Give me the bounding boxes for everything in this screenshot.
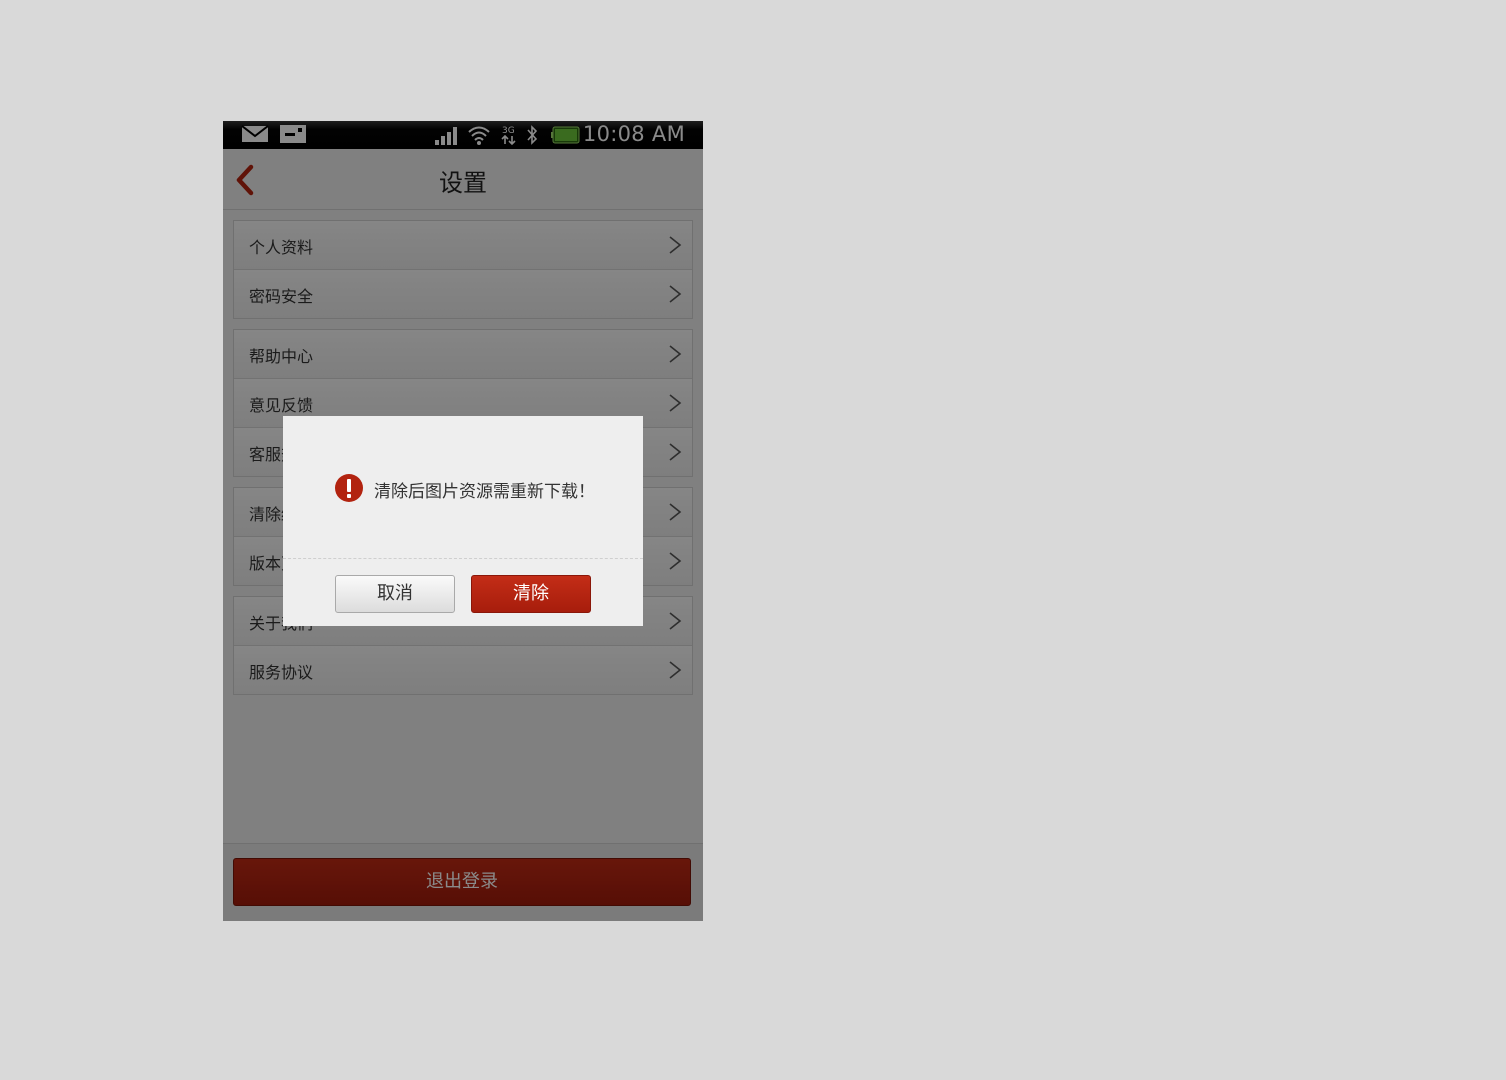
- alert-icon: [335, 474, 363, 502]
- phone-screen: 3G 10:08 AM 设置 个人资料 密码安全 帮助中心 意见反馈 客服热线 …: [223, 121, 703, 921]
- cancel-button[interactable]: 取消: [335, 575, 455, 613]
- clear-cache-dialog: 清除后图片资源需重新下载！ 取消 清除: [283, 416, 643, 626]
- confirm-clear-button[interactable]: 清除: [471, 575, 591, 613]
- dialog-divider: [283, 558, 643, 559]
- dialog-message: 清除后图片资源需重新下载！: [374, 482, 595, 502]
